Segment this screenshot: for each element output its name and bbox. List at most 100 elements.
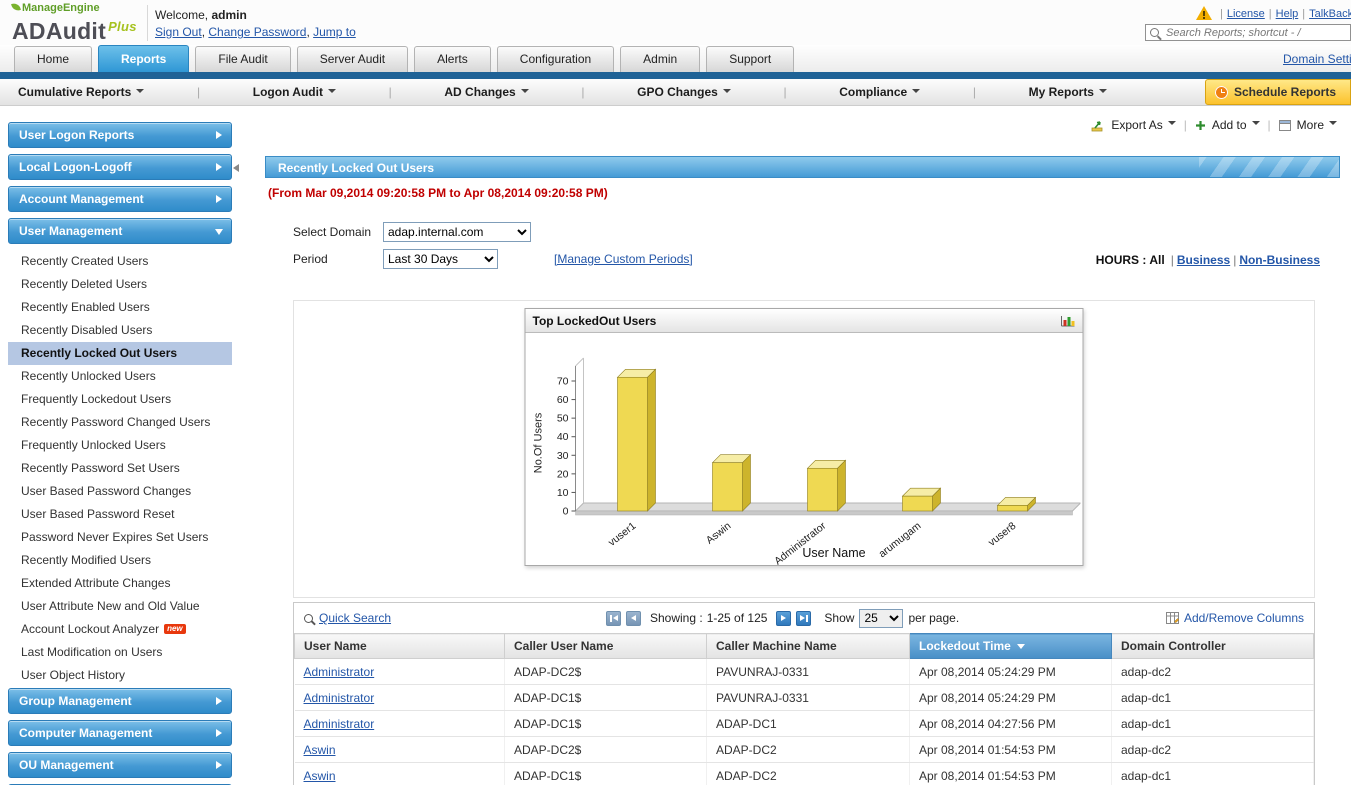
column-header-domain-controller[interactable]: Domain Controller — [1111, 633, 1314, 659]
menu-compliance[interactable]: Compliance — [839, 85, 921, 99]
cell-user-name[interactable]: Administrator — [294, 658, 505, 685]
quick-search-link[interactable]: Quick Search — [319, 611, 391, 625]
section-label: OU Management — [19, 758, 114, 772]
divider — [147, 5, 148, 41]
hours-business-link[interactable]: Business — [1177, 253, 1230, 267]
link-jump-to[interactable]: Jump to — [313, 25, 356, 39]
domain-select[interactable]: adap.internal.com — [383, 222, 531, 242]
search-input[interactable] — [1164, 25, 1350, 40]
chevron-down-icon — [1251, 121, 1260, 129]
add-to-button[interactable]: Add to — [1212, 118, 1260, 132]
sidebar-section-ou-management[interactable]: OU Management — [8, 752, 232, 778]
export-as-label: Export As — [1111, 118, 1163, 132]
section-label: Local Logon-Logoff — [19, 160, 132, 174]
menu-cumulative-reports[interactable]: Cumulative Reports — [18, 85, 145, 99]
sidebar-item-frequently-lockedout-users[interactable]: Frequently Lockedout Users — [8, 388, 232, 411]
y-tick-label: 60 — [557, 394, 569, 406]
report-table-section: Quick Search Showing :1-25 of 125 Show 2… — [293, 602, 1315, 785]
prev-page-button[interactable] — [626, 610, 641, 626]
hours-all[interactable]: All — [1149, 253, 1164, 267]
cell-caller-machine-name: ADAP-DC2 — [706, 762, 910, 785]
sidebar-section-computer-management[interactable]: Computer Management — [8, 720, 232, 746]
bar-vuser8[interactable] — [996, 496, 1037, 512]
warning-icon[interactable] — [1196, 6, 1212, 20]
separator: | — [581, 85, 585, 99]
user-link[interactable]: Aswin — [304, 769, 336, 783]
sidebar-item-recently-password-set-users[interactable]: Recently Password Set Users — [8, 457, 232, 480]
sidebar-item-user-based-password-reset[interactable]: User Based Password Reset — [8, 503, 232, 526]
sidebar-section-local-logon-logoff[interactable]: Local Logon-Logoff — [8, 154, 232, 180]
tab-alerts[interactable]: Alerts — [414, 46, 491, 72]
bar-arumugam[interactable] — [901, 487, 942, 512]
menu-gpo-changes[interactable]: GPO Changes — [637, 85, 731, 99]
first-page-button[interactable] — [606, 610, 621, 626]
sidebar-item-user-attribute-new-and-old-value[interactable]: User Attribute New and Old Value — [8, 595, 232, 618]
sidebar-item-recently-modified-users[interactable]: Recently Modified Users — [8, 549, 232, 572]
sidebar-item-recently-locked-out-users[interactable]: Recently Locked Out Users — [8, 342, 232, 365]
domain-settings-link[interactable]: Domain Settings — [1283, 52, 1351, 66]
tab-support[interactable]: Support — [706, 46, 795, 72]
sidebar-item-last-modification-on-users[interactable]: Last Modification on Users — [8, 641, 232, 664]
new-badge: new — [164, 624, 186, 634]
chart-type-icon[interactable] — [1061, 315, 1076, 327]
user-link[interactable]: Administrator — [304, 665, 375, 679]
column-header-lockedout-time[interactable]: Lockedout Time — [909, 633, 1112, 659]
sidebar-item-recently-enabled-users[interactable]: Recently Enabled Users — [8, 296, 232, 319]
column-header-user-name[interactable]: User Name — [294, 633, 505, 659]
sidebar-item-extended-attribute-changes[interactable]: Extended Attribute Changes — [8, 572, 232, 595]
user-link[interactable]: Aswin — [304, 743, 336, 757]
last-page-button[interactable] — [796, 610, 812, 626]
link-talkback[interactable]: TalkBack — [1309, 8, 1351, 20]
link-help[interactable]: Help — [1276, 8, 1299, 20]
sidebar-item-recently-unlocked-users[interactable]: Recently Unlocked Users — [8, 365, 232, 388]
export-as-button[interactable]: Export As — [1111, 118, 1176, 132]
page-size-select[interactable]: 25 — [859, 608, 904, 628]
cell-user-name[interactable]: Administrator — [294, 710, 505, 737]
bar-vuser1[interactable] — [616, 368, 657, 512]
sidebar-section-group-management[interactable]: Group Management — [8, 688, 232, 714]
period-select[interactable]: Last 30 Days — [383, 249, 498, 269]
sidebar-item-password-never-expires-set-users[interactable]: Password Never Expires Set Users — [8, 526, 232, 549]
exclamation-mark — [1203, 11, 1205, 19]
sidebar-item-recently-created-users[interactable]: Recently Created Users — [8, 250, 232, 273]
menu-my-reports[interactable]: My Reports — [1029, 85, 1107, 99]
sidebar-item-recently-deleted-users[interactable]: Recently Deleted Users — [8, 273, 232, 296]
menu-logon-audit[interactable]: Logon Audit — [253, 85, 336, 99]
report-search[interactable] — [1145, 24, 1351, 41]
link-license[interactable]: License — [1227, 8, 1265, 20]
bar-aswin[interactable] — [711, 453, 752, 512]
cell-user-name[interactable]: Aswin — [294, 762, 505, 785]
tab-server-audit[interactable]: Server Audit — [296, 46, 409, 72]
user-link[interactable]: Administrator — [304, 717, 375, 731]
link-sign-out[interactable]: Sign Out — [155, 25, 202, 39]
schedule-reports-button[interactable]: Schedule Reports — [1204, 79, 1351, 105]
sidebar-item-frequently-unlocked-users[interactable]: Frequently Unlocked Users — [8, 434, 232, 457]
sidebar-item-account-lockout-analyzer[interactable]: Account Lockout Analyzer new — [8, 618, 232, 641]
menu-label: Compliance — [839, 85, 908, 99]
sidebar-item-recently-password-changed-users[interactable]: Recently Password Changed Users — [8, 411, 232, 434]
sidebar-item-recently-disabled-users[interactable]: Recently Disabled Users — [8, 319, 232, 342]
more-button[interactable]: More — [1297, 118, 1337, 132]
menu-ad-changes[interactable]: AD Changes — [444, 85, 529, 99]
cell-user-name[interactable]: Aswin — [294, 736, 505, 763]
add-remove-columns-link[interactable]: Add/Remove Columns — [1165, 603, 1304, 633]
hours-non-business-link[interactable]: Non-Business — [1239, 253, 1320, 267]
tab-configuration[interactable]: Configuration — [496, 46, 615, 72]
tab-admin[interactable]: Admin — [620, 46, 701, 72]
tab-home[interactable]: Home — [14, 46, 93, 72]
tab-file-audit[interactable]: File Audit — [195, 46, 291, 72]
sidebar-item-user-object-history[interactable]: User Object History — [8, 664, 232, 687]
column-header-caller-user-name[interactable]: Caller User Name — [504, 633, 707, 659]
sidebar-section-user-logon-reports[interactable]: User Logon Reports — [8, 122, 232, 148]
column-header-caller-machine-name[interactable]: Caller Machine Name — [706, 633, 910, 659]
manage-custom-periods-link[interactable]: [Manage Custom Periods] — [554, 252, 693, 266]
next-page-button[interactable] — [776, 610, 792, 626]
sidebar-section-account-management[interactable]: Account Management — [8, 186, 232, 212]
sidebar-section-user-management[interactable]: User Management — [8, 218, 232, 244]
link-change-password[interactable]: Change Password — [208, 25, 306, 39]
tab-reports[interactable]: Reports — [98, 45, 190, 72]
cell-user-name[interactable]: Administrator — [294, 684, 505, 711]
bar-administrator[interactable] — [806, 459, 847, 512]
user-link[interactable]: Administrator — [304, 691, 375, 705]
sidebar-item-user-based-password-changes[interactable]: User Based Password Changes — [8, 480, 232, 503]
